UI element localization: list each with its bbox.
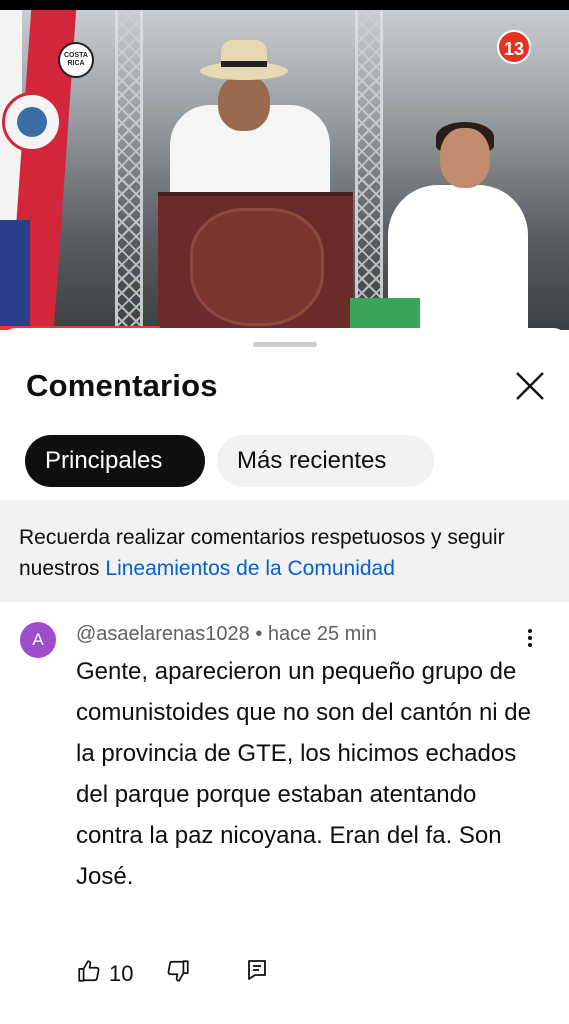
more-vert-icon[interactable] — [520, 626, 540, 654]
comment-meta: @asaelarenas1028 • hace 25 min — [76, 623, 377, 646]
thumbs-down-icon[interactable] — [165, 958, 191, 989]
logo-text: COSTA RICA — [64, 52, 88, 67]
comments-sheet: Comentarios Principales Más recientes Re… — [0, 328, 569, 1024]
logo-number: 13 — [503, 39, 525, 59]
stage-truss — [355, 10, 383, 330]
like-count: 10 — [109, 961, 134, 986]
notice-text: Recuerda realizar comentarios respetuoso… — [19, 522, 549, 584]
thumbs-up-icon[interactable] — [76, 958, 102, 989]
background-green — [350, 298, 420, 330]
comment-text: Gente, aparecieron un pequeño grupo de c… — [76, 658, 531, 890]
tab-mas-recientes[interactable]: Más recientes — [217, 435, 434, 487]
status-bar — [0, 0, 569, 10]
community-guidelines-link[interactable]: Lineamientos de la Comunidad — [105, 557, 395, 580]
stage-truss — [115, 10, 143, 330]
speaker-head — [218, 75, 270, 131]
drag-handle[interactable] — [253, 342, 317, 347]
reply-icon[interactable] — [246, 958, 268, 987]
community-notice: Recuerda realizar comentarios respetuoso… — [0, 500, 569, 602]
video-player[interactable]: COSTA RICA 13 — [0, 0, 569, 330]
interpreter-head — [440, 128, 490, 188]
channel-logo-13: 13 — [497, 30, 531, 64]
hat-band — [221, 61, 267, 67]
avatar[interactable]: A — [20, 622, 56, 658]
meta-separator: • — [249, 623, 268, 645]
tab-principales[interactable]: Principales — [25, 435, 205, 487]
comment-time: hace 25 min — [267, 623, 377, 645]
comment-author[interactable]: @asaelarenas1028 — [76, 623, 250, 645]
panel-title: Comentarios — [26, 368, 218, 403]
podium — [158, 192, 353, 330]
channel-logo-left: COSTA RICA — [58, 42, 94, 78]
close-icon[interactable] — [514, 370, 546, 402]
